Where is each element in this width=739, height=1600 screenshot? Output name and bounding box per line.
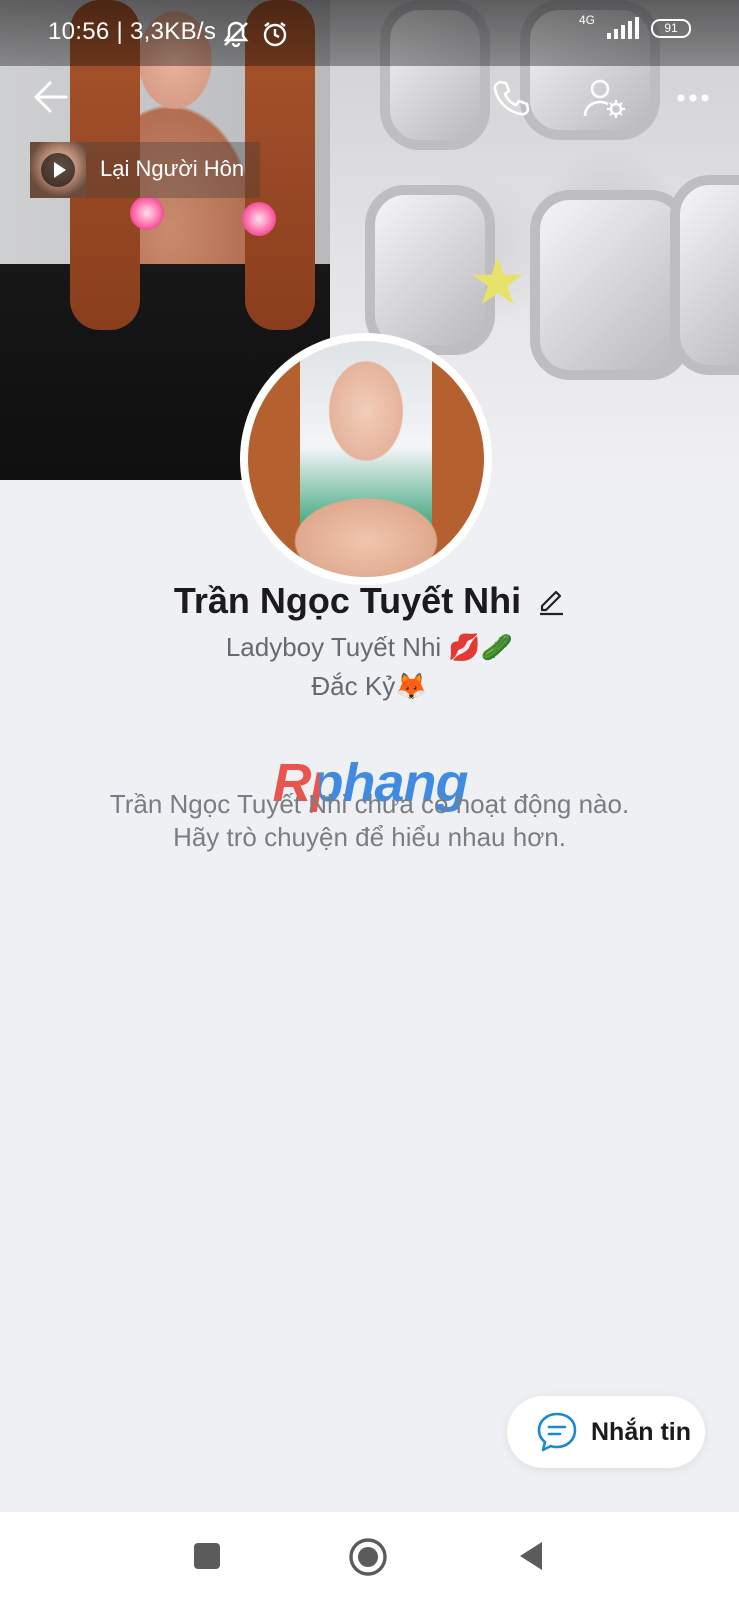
profile-bio-line2: Đắc Kỷ🦊: [311, 671, 428, 701]
back-triangle-nav-icon[interactable]: [517, 1540, 545, 1572]
profile-avatar[interactable]: [240, 333, 492, 585]
empty-state-line1: Trần Ngọc Tuyết Nhi chưa có hoạt động nà…: [109, 789, 630, 819]
phone-icon[interactable]: [491, 78, 531, 118]
mute-icon: [223, 21, 249, 48]
profile-music-card[interactable]: Lại Người Hôn: [30, 142, 260, 198]
empty-state-line2: Hãy trò chuyện để hiểu nhau hơn.: [173, 822, 566, 852]
cover-balloon: [530, 190, 690, 380]
status-right: 4G 91: [579, 13, 691, 39]
back-arrow-icon[interactable]: [32, 78, 70, 116]
battery-icon: 91: [651, 18, 691, 38]
message-button[interactable]: Nhắn tin: [507, 1396, 705, 1468]
square-nav-icon[interactable]: [193, 1542, 221, 1570]
profile-name-row: Trần Ngọc Tuyết Nhi: [0, 580, 739, 622]
signal-icon: [607, 17, 639, 39]
profile-name: Trần Ngọc Tuyết Nhi: [173, 580, 522, 621]
more-icon[interactable]: [677, 93, 709, 103]
status-bar: 10:56 | 3,3KB/s 4G 91: [0, 0, 739, 66]
profile-bio-line1: Ladyboy Tuyết Nhi 💋🥒: [225, 632, 514, 662]
music-thumbnail: [30, 142, 86, 198]
message-button-label: Nhắn tin: [591, 1417, 691, 1446]
music-title: Lại Người Hôn: [100, 156, 245, 181]
network-type: 4G: [578, 13, 595, 27]
star-balloon: ★: [468, 244, 528, 318]
edit-pencil-icon[interactable]: [537, 586, 565, 616]
chat-icon: [537, 1412, 577, 1452]
user-settings-icon[interactable]: [583, 78, 627, 120]
flower-sticker: [242, 202, 276, 236]
alarm-icon: [263, 22, 287, 47]
cover-balloon: [670, 175, 739, 375]
play-icon[interactable]: [41, 153, 75, 187]
home-circle-nav-icon[interactable]: [348, 1537, 388, 1577]
system-nav-bar: [0, 1512, 739, 1600]
status-time: 10:56 | 3,3KB/s: [48, 18, 217, 45]
flower-sticker: [130, 196, 164, 230]
avatar-image: [248, 341, 484, 577]
